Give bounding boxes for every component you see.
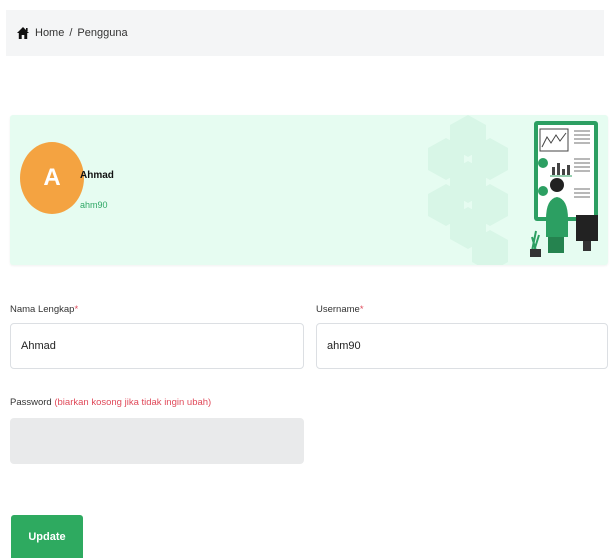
- full-name-required-mark: *: [74, 304, 79, 315]
- breadcrumb-home-link[interactable]: Home: [35, 27, 64, 39]
- password-input[interactable]: [10, 418, 304, 464]
- full-name-label: Nama Lengkap*: [10, 304, 78, 315]
- avatar: A: [20, 142, 84, 214]
- breadcrumb-current: Pengguna: [77, 27, 128, 39]
- full-name-input[interactable]: [10, 323, 304, 369]
- breadcrumb-separator: /: [69, 27, 73, 39]
- update-button[interactable]: Update: [11, 515, 83, 558]
- dashboard-illustration: [530, 121, 598, 257]
- profile-name: Ahmad: [80, 170, 114, 181]
- username-label-text: Username: [316, 304, 360, 315]
- avatar-initial: A: [43, 164, 61, 191]
- hexagon-pattern-decoration: [428, 115, 508, 265]
- password-hint: (biarkan kosong jika tidak ingin ubah): [54, 397, 212, 408]
- profile-username: ahm90: [80, 200, 108, 210]
- username-label: Username*: [316, 304, 364, 315]
- home-icon[interactable]: [16, 26, 30, 40]
- full-name-label-text: Nama Lengkap: [10, 304, 75, 315]
- password-label-text: Password: [10, 397, 52, 408]
- password-label: Password (biarkan kosong jika tidak ingi…: [10, 397, 211, 408]
- breadcrumb: Home / Pengguna: [6, 10, 604, 56]
- username-required-mark: *: [359, 304, 364, 315]
- profile-card: A Ahmad ahm90: [10, 115, 608, 265]
- username-input[interactable]: [316, 323, 608, 369]
